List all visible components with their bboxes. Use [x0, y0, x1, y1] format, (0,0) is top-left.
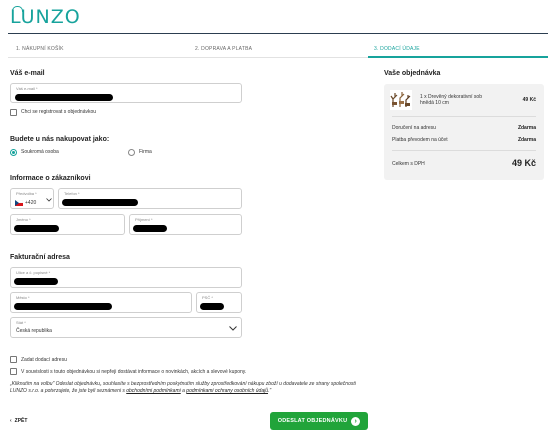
prefix-value: +420 — [25, 200, 37, 206]
country-label: Stát * — [16, 320, 26, 325]
zip-redacted — [200, 303, 224, 310]
back-label: ZPĚT — [14, 418, 28, 424]
register-label: Chci se registrovat s objednávkou — [21, 109, 97, 115]
chevron-down-icon — [46, 198, 52, 202]
email-field-label: Váš e-mail * — [16, 86, 38, 91]
phone-label: Telefon * — [64, 191, 80, 196]
chevron-left-icon: ‹ — [10, 418, 12, 424]
czech-flag-icon — [15, 200, 23, 206]
city-field[interactable]: Město * — [10, 292, 192, 313]
legal-consent-text: „Kliknutím na volbu" Odeslat objednávku„… — [10, 381, 360, 395]
city-label: Město * — [16, 295, 30, 300]
delivery-label: Doručení na adresu — [392, 125, 436, 131]
email-field[interactable]: Váš e-mail * — [10, 83, 242, 103]
logo-bag-icon — [12, 6, 23, 12]
terms-link[interactable]: obchodními podmínkami — [126, 388, 180, 394]
order-item-name: 1 x Drevěný dekorativní sob hnědá 10 cm — [420, 94, 482, 106]
step-details: 3. DODACÍ ÚDAJE — [374, 46, 420, 52]
newsletter-label: V souvislosti s touto objednávkou si nep… — [21, 369, 247, 375]
zip-field[interactable]: PSČ * — [196, 292, 242, 313]
street-redacted — [14, 278, 58, 285]
street-field[interactable]: Ulice a č. popisné * — [10, 267, 242, 288]
first-name-redacted — [14, 225, 59, 232]
back-button[interactable]: ‹ ZPĚT — [10, 418, 27, 424]
arrow-right-icon: › — [351, 416, 361, 426]
order-summary-panel: 1 x Drevěný dekorativní sob hnědá 10 cm … — [384, 84, 544, 180]
step-shipping[interactable]: 2. DOPRAVA A PLATBA — [195, 44, 252, 54]
phone-field[interactable]: Telefon * — [58, 188, 242, 209]
email-value-redacted — [15, 94, 113, 101]
customer-section-title: Informace o zákazníkovi — [10, 175, 91, 182]
delivery-price: Zdarma — [517, 125, 536, 131]
street-label: Ulice a č. popisné * — [16, 270, 51, 275]
private-person-label: Soukromá osoba — [21, 149, 59, 155]
company-radio[interactable] — [128, 149, 135, 156]
private-person-radio[interactable] — [10, 149, 17, 156]
summary-divider — [392, 116, 536, 117]
checkout-steps: 1. NÁKUPNÍ KOŠÍK 2. DOPRAVA A PLATBA 3. … — [8, 44, 548, 58]
product-thumbnail[interactable] — [390, 90, 412, 110]
active-step-indicator — [368, 56, 548, 58]
delivery-address-checkbox[interactable] — [10, 356, 17, 363]
logo[interactable]: LUNZO — [10, 6, 81, 28]
prefix-label: Předvolba * — [16, 191, 37, 196]
last-name-redacted — [133, 225, 167, 232]
order-item-price: 49 Kč — [522, 97, 536, 103]
delivery-address-label: Zadat dodací adresu — [21, 357, 67, 363]
company-label: Firma — [139, 149, 152, 155]
privacy-link[interactable]: podmínkami ochrany osobních údajů — [186, 388, 268, 394]
chevron-down-icon — [229, 326, 237, 331]
phone-prefix-select[interactable]: Předvolba * +420 — [10, 188, 54, 209]
payment-label: Platba převodem na účet — [392, 137, 448, 143]
country-select[interactable]: Stát * Česká republika — [10, 317, 242, 338]
last-name-field[interactable]: Příjmení * — [129, 214, 242, 235]
total-price: 49 Kč — [511, 158, 536, 168]
total-label: Celkem s DPH — [392, 161, 425, 167]
phone-value-redacted — [62, 199, 138, 206]
billing-section-title: Fakturační adresa — [10, 254, 70, 261]
newsletter-checkbox[interactable] — [10, 368, 17, 375]
register-checkbox[interactable] — [10, 109, 17, 116]
email-section-title: Váš e-mail — [10, 70, 45, 77]
submit-label: ODESLAT OBJEDNÁVKU — [277, 418, 348, 424]
first-name-label: Jméno * — [16, 217, 31, 222]
city-redacted — [14, 303, 112, 310]
submit-order-button[interactable]: ODESLAT OBJEDNÁVKU › — [270, 412, 368, 430]
last-name-label: Příjmení * — [135, 217, 153, 222]
buyer-type-title: Budete u nás nakupovat jako: — [10, 136, 110, 143]
legal-text-3: ." — [268, 388, 272, 394]
payment-price: Zdarma — [517, 137, 536, 143]
step-cart[interactable]: 1. NÁKUPNÍ KOŠÍK — [16, 44, 64, 54]
summary-divider — [392, 150, 536, 151]
header-divider — [8, 33, 548, 34]
country-value: Česká republika — [16, 328, 52, 334]
zip-label: PSČ * — [202, 295, 213, 300]
first-name-field[interactable]: Jméno * — [10, 214, 125, 235]
order-summary-title: Vaše objednávka — [384, 70, 441, 77]
